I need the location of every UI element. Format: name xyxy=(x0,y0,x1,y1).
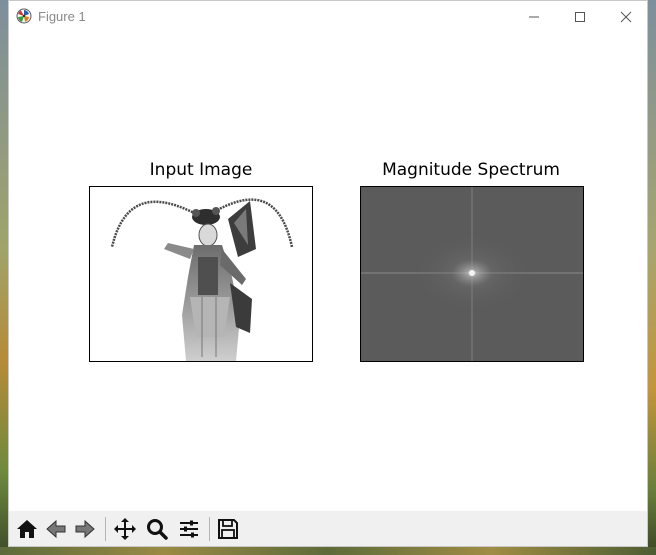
configure-subplots-button[interactable] xyxy=(175,515,203,543)
figure-canvas[interactable]: Input Image Magnitude Spectrum xyxy=(9,32,647,511)
maximize-button[interactable] xyxy=(557,1,603,32)
figure-window: Figure 1 Input Image Magnitude Spectrum xyxy=(8,0,648,547)
zoom-magnifier-icon xyxy=(147,519,168,540)
subplot-title-magnitude-spectrum: Magnitude Spectrum xyxy=(382,160,560,180)
input-image-axes[interactable] xyxy=(89,186,313,362)
window-title: Figure 1 xyxy=(38,9,86,24)
home-icon xyxy=(17,520,37,538)
spectrum-image xyxy=(361,187,583,361)
save-button[interactable] xyxy=(214,515,242,543)
close-button[interactable] xyxy=(603,1,647,32)
close-icon xyxy=(620,11,632,22)
back-button[interactable] xyxy=(42,515,70,543)
desktop-background-left xyxy=(0,0,8,555)
navigation-toolbar xyxy=(9,511,647,546)
pan-button[interactable] xyxy=(111,515,139,543)
toolbar-separator xyxy=(105,517,106,541)
desktop-background-bottom xyxy=(0,547,656,555)
forward-button[interactable] xyxy=(71,515,99,543)
save-disk-icon xyxy=(218,519,238,539)
zoom-button[interactable] xyxy=(143,515,171,543)
opera-performer-image xyxy=(90,187,312,361)
matplotlib-logo-icon xyxy=(16,8,32,24)
home-button[interactable] xyxy=(13,515,41,543)
magnitude-spectrum-axes[interactable] xyxy=(360,186,584,362)
desktop-background-right xyxy=(648,0,656,555)
title-bar[interactable]: Figure 1 xyxy=(9,1,647,32)
configure-subplots-icon xyxy=(180,520,198,538)
forward-arrow-icon xyxy=(75,519,95,539)
toolbar-separator xyxy=(209,517,210,541)
minimize-icon xyxy=(529,16,539,17)
subplot-title-input-image: Input Image xyxy=(149,160,253,180)
maximize-icon xyxy=(575,11,585,22)
back-arrow-icon xyxy=(46,519,66,539)
pan-move-icon xyxy=(114,518,136,540)
minimize-button[interactable] xyxy=(511,1,557,32)
